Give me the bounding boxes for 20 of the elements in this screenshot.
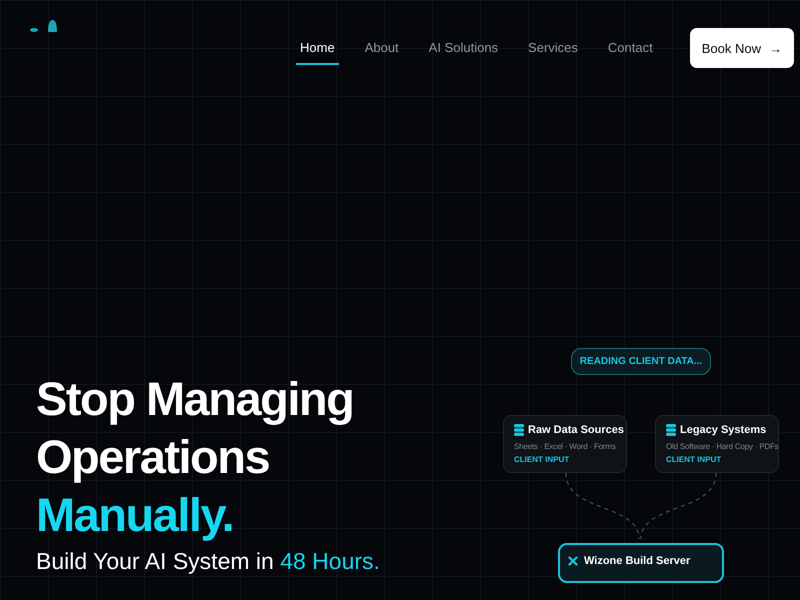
nav-link[interactable]: Home <box>296 40 339 65</box>
hero-heading: Stop Managing Operations Manually. <box>36 371 354 543</box>
hero-subheading: Build Your AI System in 48 Hours. <box>36 548 381 575</box>
source-tag: CLIENT INPUT <box>514 455 626 464</box>
arrow-icon: → <box>769 40 782 56</box>
nav-link[interactable]: AI Solutions <box>424 40 502 65</box>
source-detail: Old Software · Hard Copy · PDFs <box>666 442 778 451</box>
nav-link[interactable]: Contact <box>604 40 657 65</box>
database-icon <box>514 424 524 436</box>
server-title: Wizone Build Server <box>584 555 690 567</box>
logo-icon[interactable] <box>30 18 60 32</box>
nav-link[interactable]: Services <box>524 40 582 65</box>
source-detail: Sheets · Excel · Word · Forms <box>514 442 617 451</box>
book-now-button[interactable]: Book Now → <box>690 28 794 68</box>
database-icon <box>666 424 676 436</box>
source-title: Raw Data Sources <box>528 424 624 436</box>
source-tag: CLIENT INPUT <box>666 455 778 464</box>
source-title: Legacy Systems <box>680 424 766 436</box>
nav-link[interactable]: About <box>360 40 403 65</box>
status-badge: READING CLIENT DATA... <box>570 348 712 375</box>
